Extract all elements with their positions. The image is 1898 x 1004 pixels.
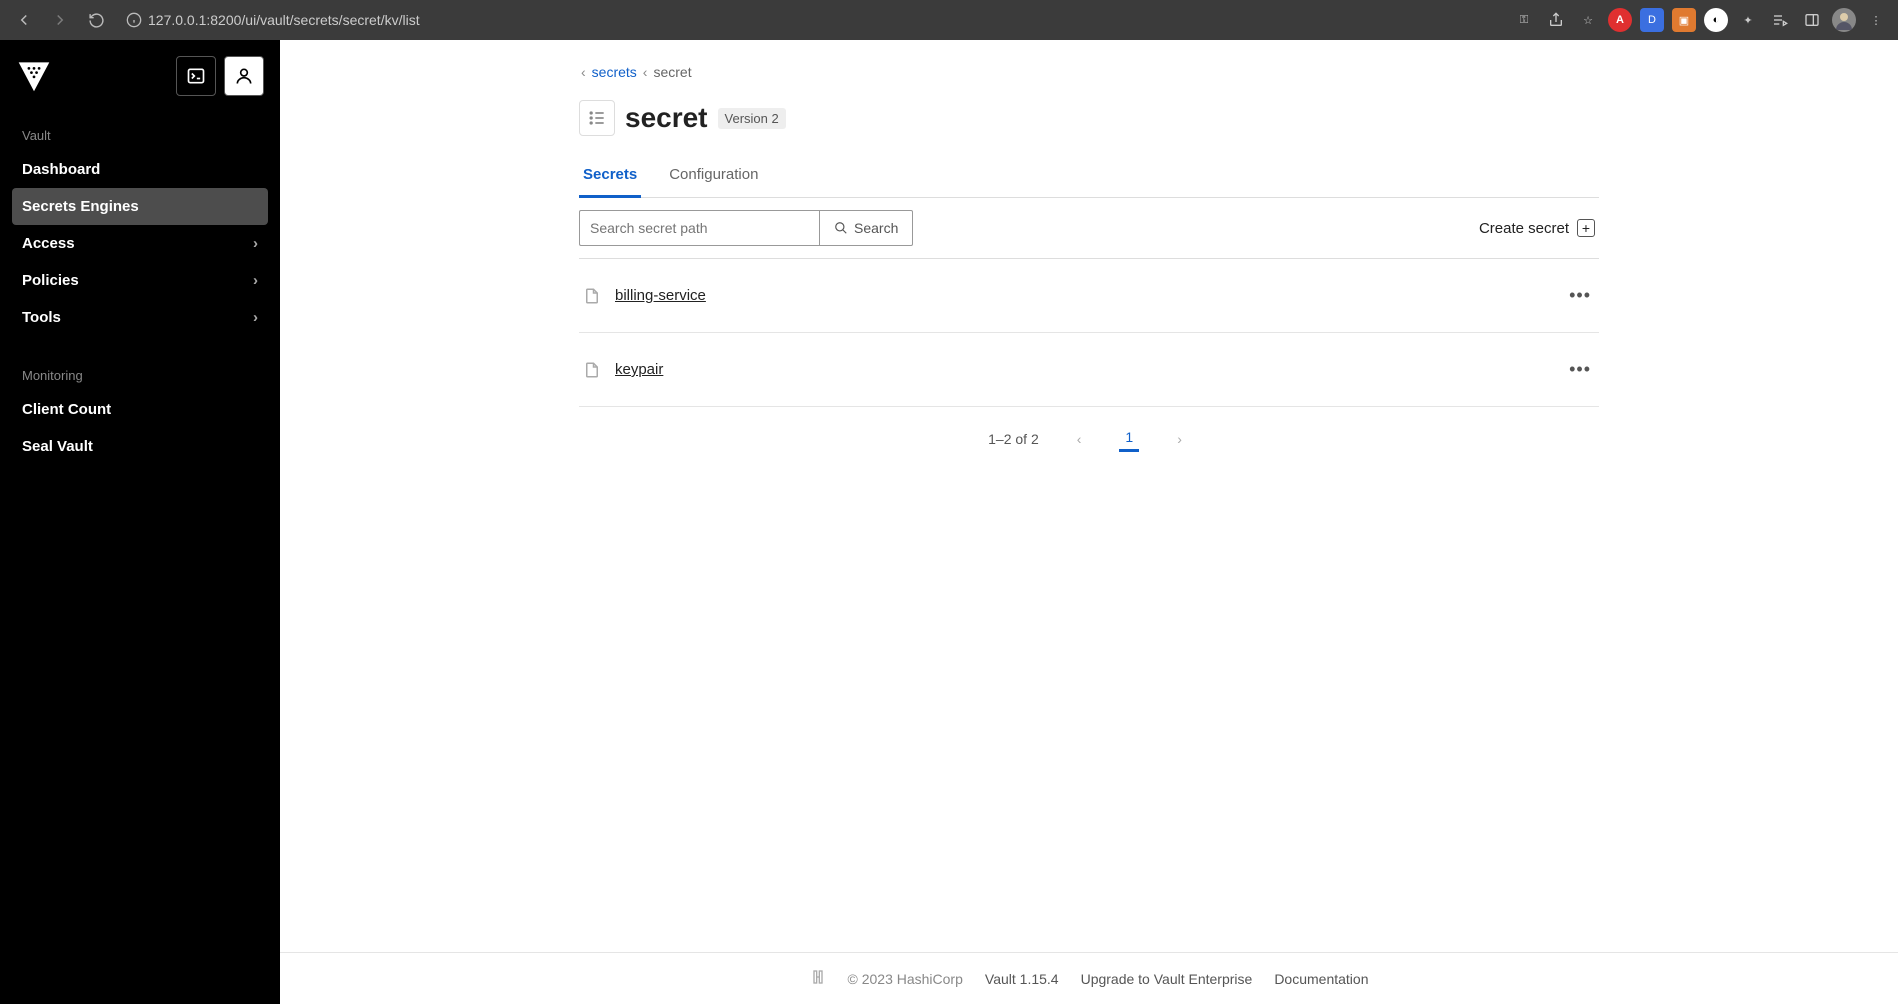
extension-abp-icon[interactable]: A [1608,8,1632,32]
secret-name-link[interactable]: billing-service [615,287,706,304]
search-icon [834,221,848,235]
extension-fox-icon[interactable]: ▣ [1672,8,1696,32]
extension-d-icon[interactable]: D [1640,8,1664,32]
sidebar-section-vault: Vault [12,120,268,151]
browser-reload-button[interactable] [82,6,110,34]
profile-avatar-icon[interactable] [1832,8,1856,32]
pagination-prev-button[interactable]: ‹ [1069,427,1090,451]
sidebar-item-client-count[interactable]: Client Count [12,391,268,428]
list-icon [579,100,615,136]
terminal-icon [186,66,206,86]
file-icon [583,287,601,305]
sidebar-item-label: Tools [22,309,61,326]
user-menu-button[interactable] [224,56,264,96]
key-icon[interactable]: ⚿ [1512,8,1536,32]
row-menu-button[interactable]: ••• [1565,281,1595,310]
sidebar-section-monitoring: Monitoring [12,360,268,391]
create-secret-label: Create secret [1479,220,1569,237]
footer-upgrade-link[interactable]: Upgrade to Vault Enterprise [1081,971,1253,987]
sidebar-item-label: Access [22,235,75,252]
secret-name-link[interactable]: keypair [615,361,663,378]
pagination-count: 1–2 of 2 [988,431,1039,447]
chevron-left-icon: ‹ [643,64,648,80]
chevron-right-icon: › [253,309,258,326]
footer-copyright: © 2023 HashiCorp [848,971,963,987]
search-button-label: Search [854,220,898,236]
breadcrumb-current: secret [653,64,691,80]
url-bar[interactable]: 127.0.0.1:8200/ui/vault/secrets/secret/k… [118,8,428,32]
sidebar: Vault Dashboard Secrets Engines Access› … [0,40,280,1004]
extensions-puzzle-icon[interactable]: ✦ [1736,8,1760,32]
sidebar-item-policies[interactable]: Policies › [12,262,268,299]
search-button[interactable]: Search [819,210,913,246]
sidebar-item-label: Secrets Engines [22,198,139,215]
browser-back-button[interactable] [10,6,38,34]
browser-toolbar: 127.0.0.1:8200/ui/vault/secrets/secret/k… [0,0,1898,40]
sidebar-item-label: Dashboard [22,161,100,178]
pagination-next-button[interactable]: › [1169,427,1190,451]
main-content: ‹ secrets ‹ secret secret Version 2 Secr… [280,40,1898,1004]
user-icon [234,66,254,86]
breadcrumb: ‹ secrets ‹ secret [579,64,1599,80]
sidebar-item-access[interactable]: Access › [12,225,268,262]
chevron-right-icon: › [253,235,258,252]
sidebar-item-tools[interactable]: Tools › [12,299,268,336]
info-icon [126,12,142,28]
create-secret-button[interactable]: Create secret + [1475,211,1599,245]
pagination-page-current[interactable]: 1 [1119,425,1139,452]
console-button[interactable] [176,56,216,96]
sidebar-item-seal-vault[interactable]: Seal Vault [12,428,268,465]
hashicorp-icon [810,969,826,988]
row-menu-button[interactable]: ••• [1565,355,1595,384]
tabs: Secrets Configuration [579,154,1599,198]
sidebar-item-label: Client Count [22,401,111,418]
footer-docs-link[interactable]: Documentation [1274,971,1368,987]
search-input[interactable] [579,210,819,246]
sidebar-item-label: Seal Vault [22,438,93,455]
tab-configuration[interactable]: Configuration [665,154,762,198]
sidebar-item-dashboard[interactable]: Dashboard [12,151,268,188]
playlist-icon[interactable] [1768,8,1792,32]
plus-icon: + [1577,219,1595,237]
pagination: 1–2 of 2 ‹ 1 › [579,407,1599,470]
browser-forward-button[interactable] [46,6,74,34]
footer-version[interactable]: Vault 1.15.4 [985,971,1059,987]
panel-icon[interactable] [1800,8,1824,32]
chevron-left-icon: ‹ [581,64,586,80]
secret-row[interactable]: keypair ••• [579,333,1599,407]
sidebar-item-secrets-engines[interactable]: Secrets Engines [12,188,268,225]
sidebar-item-label: Policies [22,272,79,289]
share-icon[interactable] [1544,8,1568,32]
browser-menu-icon[interactable]: ⋮ [1864,8,1888,32]
breadcrumb-parent[interactable]: secrets [592,64,637,80]
bookmark-star-icon[interactable]: ☆ [1576,8,1600,32]
file-icon [583,361,601,379]
page-title: secret [625,102,708,134]
footer: © 2023 HashiCorp Vault 1.15.4 Upgrade to… [280,952,1898,1004]
chevron-right-icon: › [253,272,258,289]
secret-row[interactable]: billing-service ••• [579,259,1599,333]
url-text: 127.0.0.1:8200/ui/vault/secrets/secret/k… [148,12,420,28]
vault-logo-icon[interactable] [16,58,52,94]
tab-secrets[interactable]: Secrets [579,154,641,198]
extension-circle-icon[interactable]: ◐ [1704,8,1728,32]
version-badge: Version 2 [718,108,786,129]
